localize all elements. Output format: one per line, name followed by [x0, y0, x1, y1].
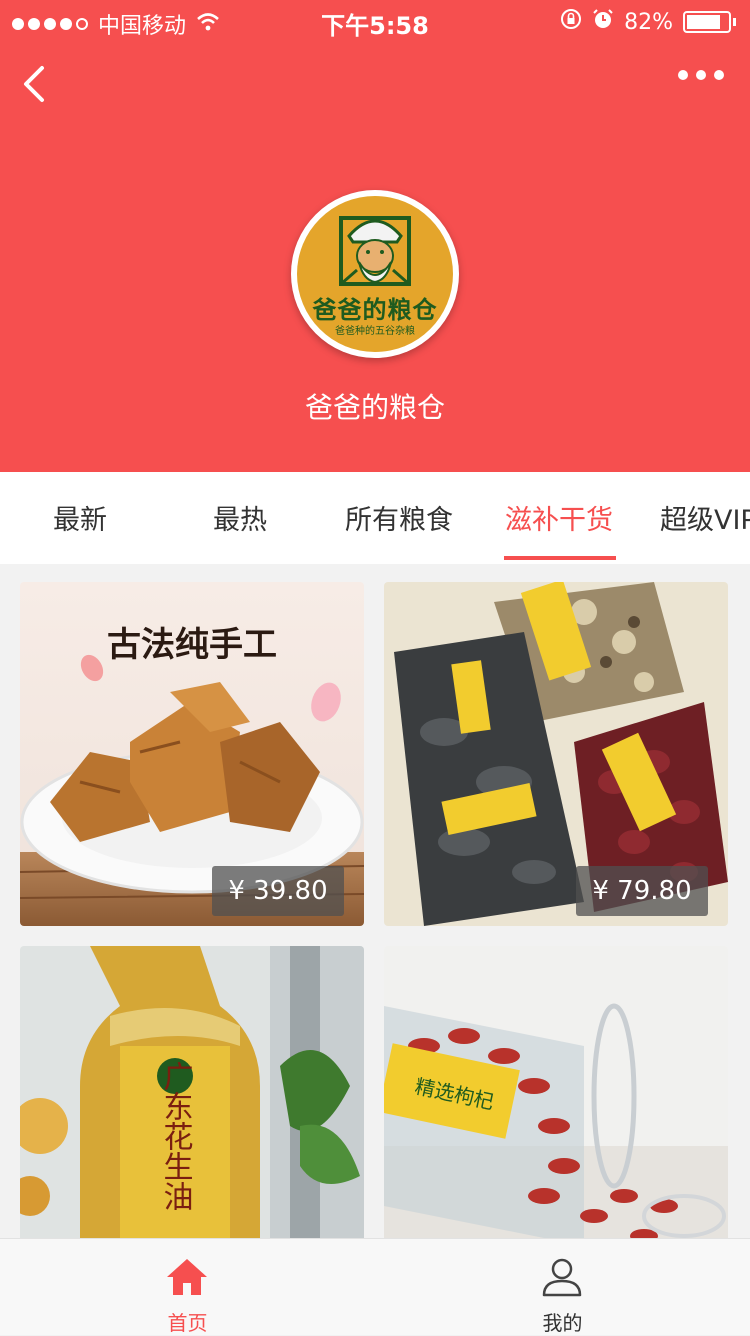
shop-header: 中国移动 下午5:58 82% 爸爸的粮仓 爸爸种的五谷杂粮 爸爸的粮仓: [0, 0, 750, 472]
product-card[interactable]: 精选枸杞: [384, 946, 728, 1238]
status-bar: 中国移动 下午5:58 82%: [0, 0, 750, 40]
product-card[interactable]: 古法纯手工 ¥ 39.80: [20, 582, 364, 926]
tab-hottest[interactable]: 最热: [213, 498, 267, 537]
tab-super-vip[interactable]: 超级VIP: [660, 498, 750, 537]
logo-title: 爸爸的粮仓: [312, 296, 438, 324]
logo-subtitle: 爸爸种的五谷杂粮: [335, 326, 415, 337]
back-button[interactable]: [18, 60, 58, 108]
bottom-tab-bar: 首页 我的: [0, 1238, 750, 1335]
home-icon: [167, 1259, 207, 1295]
tab-all-grains[interactable]: 所有粮食: [345, 498, 453, 537]
alarm-icon: [592, 8, 614, 36]
product-grid: 古法纯手工 ¥ 39.80 ¥ 79.80 广东花生油 精选枸杞: [0, 564, 750, 1238]
user-icon: [542, 1258, 582, 1297]
category-tabs: 最新 最热 所有粮食 滋补干货 超级VIP: [0, 472, 750, 564]
tab-tonic-dry-goods[interactable]: 滋补干货: [505, 498, 613, 537]
battery-percent: 82%: [624, 9, 673, 35]
image-caption: 古法纯手工: [107, 625, 277, 665]
product-card[interactable]: 广东花生油: [20, 946, 364, 1238]
shop-name: 爸爸的粮仓: [304, 391, 445, 424]
tabbar-item-home[interactable]: 首页: [0, 1239, 375, 1335]
shop-logo: 爸爸的粮仓 爸爸种的五谷杂粮: [291, 190, 459, 358]
active-tab-indicator: [504, 556, 616, 560]
product-card[interactable]: ¥ 79.80: [384, 582, 728, 926]
rotation-lock-icon: [560, 8, 582, 36]
peanut-oil-bottle-photo: 广东花生油: [20, 946, 364, 1238]
more-horizontal-icon: [678, 70, 688, 80]
tabbar-label-me: 我的: [542, 1311, 583, 1335]
bottle-label: 广东花生油: [158, 1061, 193, 1211]
goji-berry-jar-photo: 精选枸杞: [384, 946, 728, 1238]
battery-icon: [683, 11, 731, 33]
tabbar-item-me[interactable]: 我的: [375, 1239, 750, 1335]
product-price: ¥ 79.80: [576, 866, 708, 916]
chevron-left-icon: [24, 66, 44, 102]
product-price: ¥ 39.80: [212, 866, 344, 916]
tab-newest[interactable]: 最新: [53, 498, 107, 537]
more-button[interactable]: [678, 70, 724, 80]
tabbar-label-home: 首页: [167, 1311, 208, 1335]
